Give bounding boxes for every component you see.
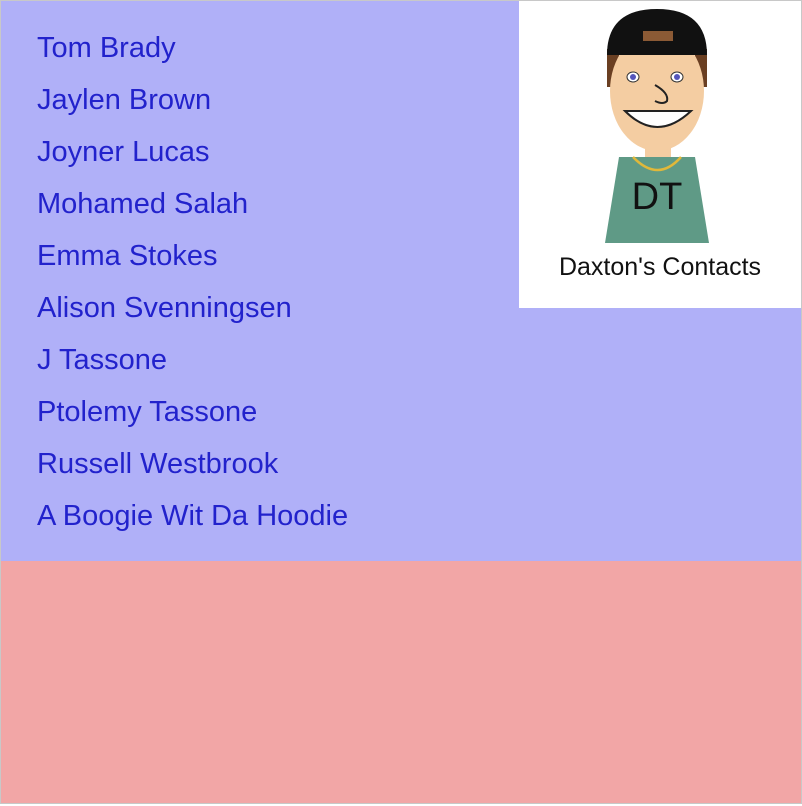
app-frame: Tom Brady Jaylen Brown Joyner Lucas Moha…	[0, 0, 802, 804]
contact-item[interactable]: Alison Svenningsen	[37, 287, 348, 339]
contact-item[interactable]: Emma Stokes	[37, 235, 348, 287]
contacts-panel: Tom Brady Jaylen Brown Joyner Lucas Moha…	[1, 1, 801, 561]
contact-item[interactable]: Jaylen Brown	[37, 79, 348, 131]
contact-item[interactable]: Tom Brady	[37, 27, 348, 79]
contact-item[interactable]: Ptolemy Tassone	[37, 391, 348, 443]
cap-strap	[643, 31, 673, 41]
page-title: Daxton's Contacts	[558, 253, 762, 281]
right-pupil	[674, 74, 680, 80]
left-pupil	[630, 74, 636, 80]
contact-item[interactable]: Russell Westbrook	[37, 443, 348, 495]
profile-card: DT Daxton's Contacts	[519, 1, 801, 308]
avatar-illustration: DT	[605, 9, 709, 243]
contact-item[interactable]: Mohamed Salah	[37, 183, 348, 235]
contact-item[interactable]: A Boogie Wit Da Hoodie	[37, 495, 348, 547]
contact-item[interactable]: Joyner Lucas	[37, 131, 348, 183]
contact-list: Tom Brady Jaylen Brown Joyner Lucas Moha…	[37, 27, 348, 547]
avatar-initials: DT	[632, 176, 683, 218]
contact-item[interactable]: J Tassone	[37, 339, 348, 391]
